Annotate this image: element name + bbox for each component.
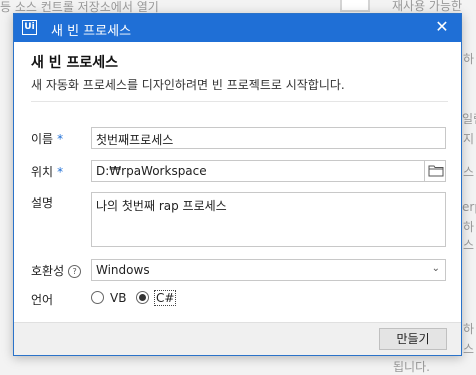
radio-vb-label[interactable]: VB: [110, 291, 126, 305]
required-mark: *: [57, 132, 64, 146]
background-text: erp: [462, 200, 476, 214]
background-text: 됩니다.: [393, 360, 430, 374]
dialog-subheading: 새 자동화 프로세스를 디자인하려면 빈 프로젝트로 시작합니다.: [31, 78, 345, 92]
uipath-logo-icon: Ui: [22, 20, 37, 35]
name-field[interactable]: 첫번째프로세스: [91, 127, 446, 149]
description-label: 설명: [31, 196, 54, 210]
radio-vb[interactable]: [91, 291, 104, 304]
background-text: 스: [463, 165, 475, 179]
background-card: [340, 0, 370, 12]
background-text: 재사용 가능한: [392, 0, 463, 13]
radio-csharp[interactable]: [136, 291, 149, 304]
compatibility-value: Windows: [96, 263, 150, 277]
location-label-text: 위치: [31, 165, 54, 179]
folder-icon: [428, 165, 444, 177]
dialog-titlebar[interactable]: Ui 새 빈 프로세스 ✕: [14, 14, 461, 42]
background-text: 스: [463, 342, 475, 356]
radio-csharp-label[interactable]: C#: [154, 290, 177, 306]
name-label: 이름 *: [31, 130, 63, 147]
browse-folder-button[interactable]: [424, 160, 446, 182]
background-text: 스: [463, 238, 475, 252]
description-field[interactable]: 나의 첫번째 rap 프로세스: [91, 192, 446, 247]
create-button[interactable]: 만들기: [379, 328, 447, 350]
background-text: 하: [463, 52, 475, 66]
compatibility-select[interactable]: Windows ⌄: [91, 259, 446, 281]
close-icon[interactable]: ✕: [433, 18, 451, 36]
location-field[interactable]: D:₩rpaWorkspace: [91, 160, 446, 182]
new-process-dialog: Ui 새 빈 프로세스 ✕ 새 빈 프로세스 새 자동화 프로세스를 디자인하려…: [13, 13, 462, 356]
background-text: 지: [463, 132, 475, 146]
language-label: 언어: [31, 293, 54, 307]
background-text: 하: [463, 220, 475, 234]
dialog-footer: 만들기: [14, 322, 461, 355]
divider: [31, 101, 448, 102]
background-text: 일림: [462, 112, 476, 126]
dialog-title: 새 빈 프로세스: [51, 24, 132, 39]
location-label: 위치 *: [31, 163, 63, 180]
compatibility-label-text: 호환성: [31, 264, 65, 278]
compatibility-label: 호환성?: [31, 262, 82, 279]
name-label-text: 이름: [31, 132, 54, 146]
required-mark: *: [57, 165, 64, 179]
dialog-heading: 새 빈 프로세스: [31, 55, 119, 71]
help-icon[interactable]: ?: [68, 265, 82, 278]
background-text: 하: [463, 322, 475, 336]
chevron-down-icon: ⌄: [431, 263, 440, 274]
